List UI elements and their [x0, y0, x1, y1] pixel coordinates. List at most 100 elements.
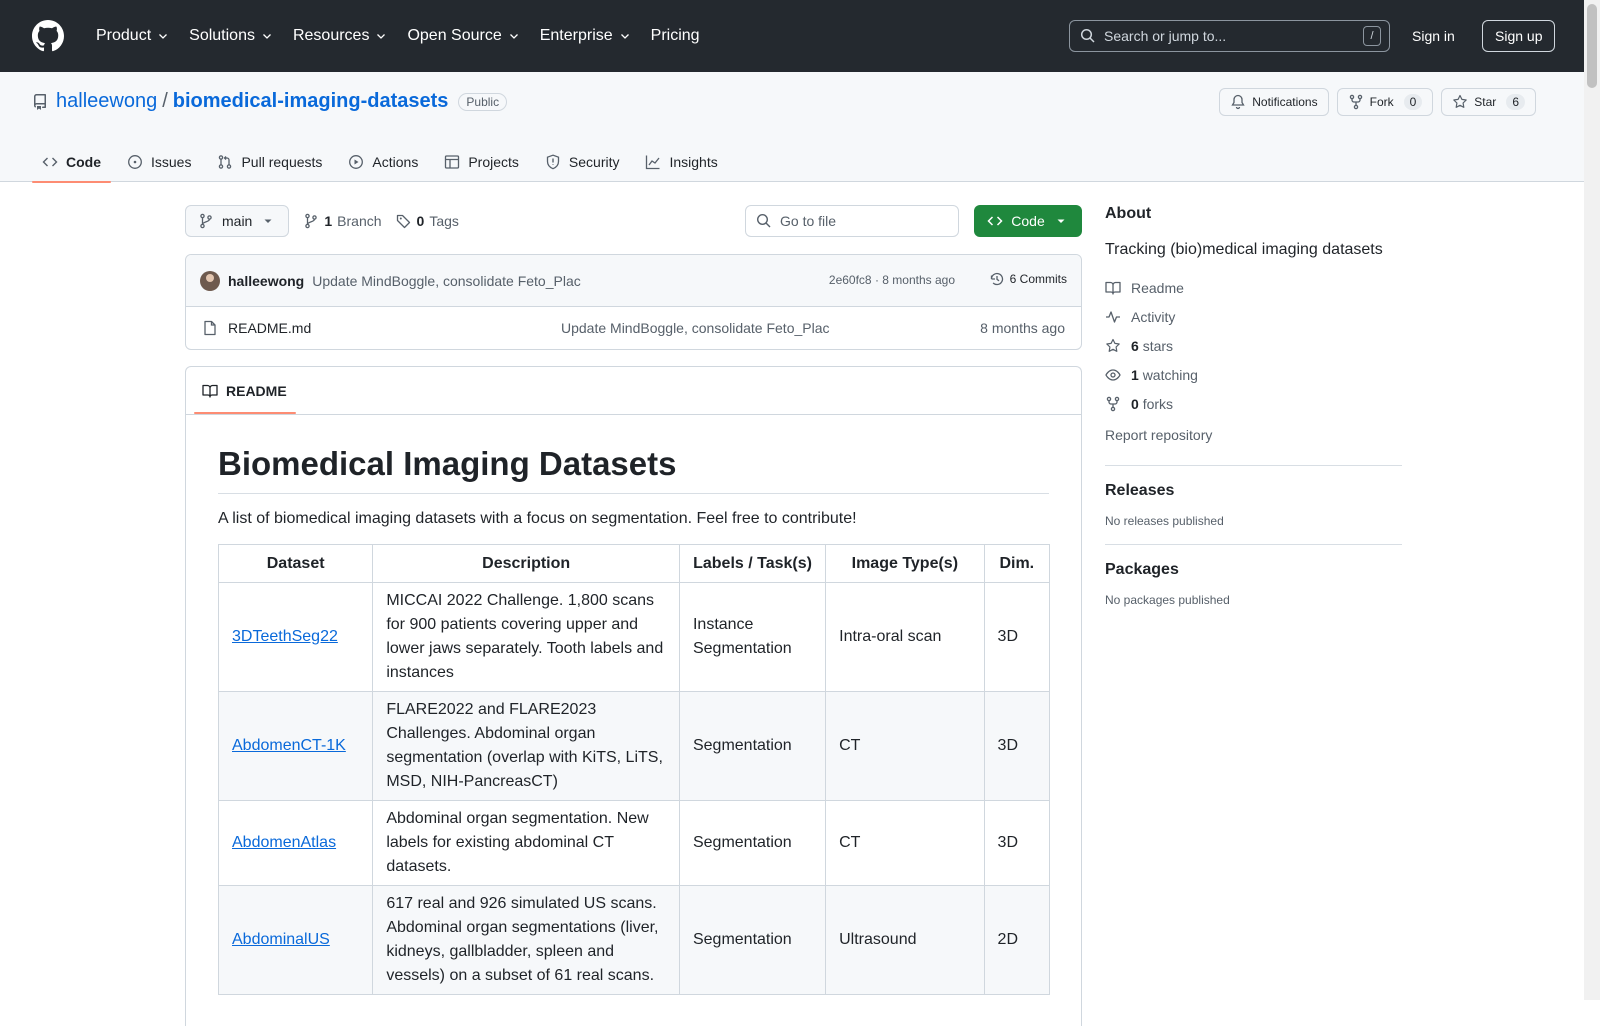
stars-link[interactable]: 6 stars — [1105, 331, 1402, 360]
nav-solutions-label: Solutions — [189, 27, 255, 44]
fork-count: 0 — [1403, 94, 1423, 110]
star-icon — [1453, 94, 1468, 108]
readme-tab[interactable]: README — [202, 367, 287, 415]
code-button-label: Code — [1011, 213, 1045, 229]
global-header: Product Solutions Resources Open Source … — [0, 0, 1584, 72]
sign-up-button[interactable]: Sign up — [1482, 20, 1556, 52]
page-scrollbar[interactable] — [1584, 0, 1600, 1000]
tags-link[interactable]: 0 Tags — [396, 213, 459, 229]
code-dropdown-button[interactable]: Code — [974, 205, 1082, 237]
dataset-cell: AbdominalUS — [217, 885, 374, 995]
chevron-down-icon — [509, 34, 518, 39]
branch-icon — [200, 213, 212, 229]
fork-icon — [1349, 94, 1362, 110]
search-placeholder: Search or jump to... — [1104, 28, 1227, 44]
search-input[interactable]: Search or jump to... / — [1069, 20, 1390, 52]
repo-title: halleewong / biomedical-imaging-datasets… — [32, 90, 508, 113]
table-row: AbdominalUS 617 real and 926 simulated U… — [217, 885, 1051, 995]
go-to-file-input[interactable]: Go to file — [745, 205, 959, 237]
nav-open-source-label: Open Source — [407, 27, 502, 44]
readme-panel: README Biomedical Imaging Datasets A lis… — [185, 366, 1082, 1026]
fork-button[interactable]: Fork 0 — [1336, 88, 1434, 116]
watching-label: watching — [1142, 366, 1198, 383]
sidebar-divider — [1105, 465, 1402, 466]
branches-link[interactable]: 1 Branch — [303, 213, 382, 229]
nav-solutions[interactable]: Solutions — [181, 18, 281, 54]
releases-empty-text: No releases published — [1105, 514, 1224, 528]
bell-icon — [1231, 94, 1245, 110]
tab-security[interactable]: Security — [535, 142, 630, 182]
dataset-cell: 3DTeethSeg22 — [217, 582, 374, 692]
packages-heading[interactable]: Packages — [1105, 561, 1402, 579]
releases-heading[interactable]: Releases — [1105, 482, 1402, 500]
visibility-badge: Public — [458, 92, 508, 111]
tab-code[interactable]: Code — [32, 142, 111, 183]
nav-resources[interactable]: Resources — [285, 18, 395, 54]
shield-icon — [546, 154, 560, 170]
watchers-link[interactable]: 1 watching — [1105, 360, 1402, 389]
sign-in-link[interactable]: Sign in — [1400, 20, 1467, 52]
nav-enterprise-label: Enterprise — [539, 27, 613, 44]
tab-issues[interactable]: Issues — [117, 142, 201, 182]
labels-cell: Segmentation — [678, 691, 827, 801]
branch-selector[interactable]: main — [185, 205, 290, 237]
nav-open-source[interactable]: Open Source — [399, 18, 527, 54]
nav-product[interactable]: Product — [88, 18, 177, 54]
forks-count: 0 — [1131, 395, 1139, 412]
repo-name-link[interactable]: biomedical-imaging-datasets — [173, 90, 449, 113]
tab-pull-requests[interactable]: Pull requests — [207, 142, 332, 182]
commit-author-link[interactable]: halleewong — [228, 273, 304, 289]
tab-projects[interactable]: Projects — [434, 142, 529, 182]
latest-commit-row: halleewong Update MindBoggle, consolidat… — [186, 255, 1081, 307]
dataset-link[interactable]: AbdominalUS — [232, 931, 330, 948]
scrollbar-thumb[interactable] — [1587, 4, 1597, 88]
readme-link[interactable]: Readme — [1105, 273, 1402, 302]
search-icon — [1080, 28, 1095, 43]
branch-name: main — [222, 213, 253, 229]
caret-down-icon — [1057, 219, 1065, 223]
commit-message-link[interactable]: Update MindBoggle, consolidate Feto_Plac — [312, 273, 581, 289]
go-to-file-placeholder: Go to file — [780, 213, 837, 229]
chevron-down-icon — [377, 34, 386, 39]
activity-link[interactable]: Activity — [1105, 302, 1402, 331]
readme-tab-bar: README — [186, 367, 1081, 415]
dataset-link[interactable]: AbdomenAtlas — [232, 834, 336, 851]
dataset-link[interactable]: AbdomenCT-1K — [232, 737, 346, 754]
image-type-cell: Ultrasound — [825, 885, 985, 995]
table-header-row: Dataset Description Labels / Task(s) Ima… — [217, 544, 1051, 583]
report-repository-link[interactable]: Report repository — [1105, 420, 1402, 449]
forks-link[interactable]: 0 forks — [1105, 389, 1402, 418]
file-name-link[interactable]: README.md — [228, 320, 311, 336]
github-logo-icon[interactable] — [32, 20, 64, 52]
tab-code-label: Code — [66, 154, 101, 170]
column-header: Description — [372, 544, 680, 583]
tab-issues-label: Issues — [151, 154, 192, 170]
activity-link-label: Activity — [1131, 308, 1176, 325]
dataset-cell: AbdomenAtlas — [217, 800, 374, 886]
table-icon — [445, 155, 460, 169]
image-type-cell: Intra-oral scan — [825, 582, 985, 692]
avatar[interactable] — [200, 270, 220, 291]
pull-request-icon — [219, 155, 232, 169]
nav-enterprise[interactable]: Enterprise — [532, 18, 639, 54]
tab-insights[interactable]: Insights — [635, 142, 727, 182]
star-button[interactable]: Star 6 — [1441, 88, 1536, 116]
code-icon — [42, 157, 58, 167]
dataset-link[interactable]: 3DTeethSeg22 — [232, 628, 338, 645]
about-heading: About — [1105, 205, 1152, 222]
file-row[interactable]: README.md Update MindBoggle, consolidate… — [186, 307, 1081, 349]
readme-body: Biomedical Imaging Datasets A list of bi… — [186, 415, 1081, 1025]
tab-actions[interactable]: Actions — [338, 142, 428, 182]
notifications-button[interactable]: Notifications — [1219, 88, 1329, 116]
tab-projects-label: Projects — [468, 154, 519, 170]
image-type-cell: CT — [825, 800, 985, 886]
commit-hash-time[interactable]: 2e60fc8 · 8 months ago — [829, 273, 955, 287]
commits-history-link[interactable]: 6 Commits — [989, 271, 1067, 287]
nav-pricing[interactable]: Pricing — [643, 18, 708, 54]
repo-owner-link[interactable]: halleewong — [56, 90, 157, 113]
packages-empty-text: No packages published — [1105, 593, 1230, 607]
caret-down-icon — [264, 219, 272, 223]
file-commit-message-link[interactable]: Update MindBoggle, consolidate Feto_Plac — [561, 320, 830, 336]
column-header: Image Type(s) — [825, 544, 985, 583]
fork-icon — [1106, 396, 1120, 411]
